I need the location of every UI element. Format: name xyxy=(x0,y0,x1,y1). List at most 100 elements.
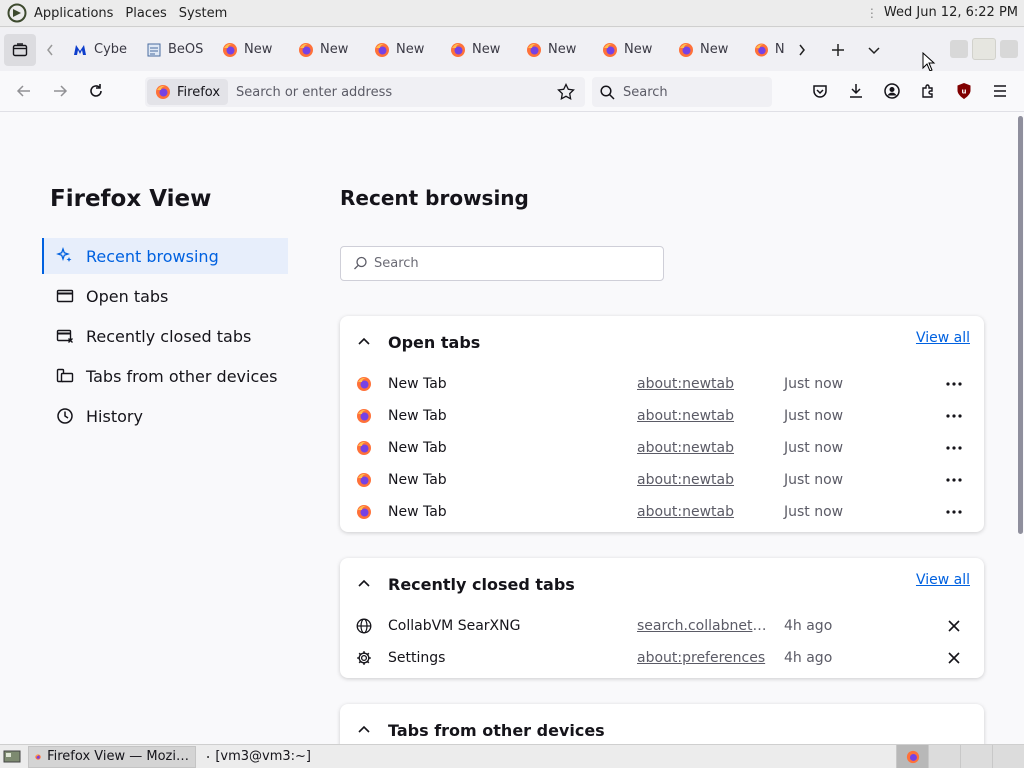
workspace-3[interactable] xyxy=(960,745,992,768)
sidebar-item-recently-closed[interactable]: Recently closed tabs xyxy=(42,318,288,354)
new-tab-button[interactable] xyxy=(820,35,856,65)
tab[interactable]: N xyxy=(744,35,784,65)
sidebar-nav: Recent browsing Open tabs Recently close… xyxy=(42,238,288,438)
tab[interactable]: BeOS xyxy=(136,35,212,65)
firefox-icon xyxy=(754,42,768,57)
search-bar[interactable] xyxy=(592,77,772,107)
url-input[interactable] xyxy=(236,84,537,100)
workspace-4[interactable] xyxy=(992,745,1024,768)
close-window-button[interactable] xyxy=(1000,40,1018,58)
tab-label: New xyxy=(624,42,653,57)
reload-button[interactable] xyxy=(78,75,114,107)
tab-url[interactable]: about:newtab xyxy=(637,376,769,392)
app-menu-button[interactable] xyxy=(982,75,1018,107)
sidebar-item-label: Tabs from other devices xyxy=(86,366,278,386)
tab[interactable]: New xyxy=(364,35,440,65)
identity-box[interactable]: Firefox xyxy=(147,79,229,105)
maximize-button[interactable] xyxy=(972,38,996,60)
show-desktop-button[interactable] xyxy=(0,746,24,768)
more-options-button[interactable] xyxy=(944,406,964,426)
recent-browsing-search-input[interactable] xyxy=(374,256,654,271)
tab-url[interactable]: about:newtab xyxy=(637,504,769,520)
tab-title: New Tab xyxy=(388,376,447,392)
table-row[interactable]: New Tab about:newtab Just now xyxy=(340,400,984,432)
dismiss-button[interactable] xyxy=(944,616,964,636)
table-row[interactable]: New Tab about:newtab Just now xyxy=(340,368,984,400)
recent-browsing-search[interactable] xyxy=(340,246,664,281)
more-options-button[interactable] xyxy=(944,502,964,522)
forward-button[interactable] xyxy=(42,75,78,107)
taskbar-item-terminal[interactable]: [vm3@vm3:~] xyxy=(200,745,318,768)
more-options-button[interactable] xyxy=(944,470,964,490)
collapse-other-devices-button[interactable] xyxy=(340,725,388,735)
tab[interactable]: New xyxy=(516,35,592,65)
chevron-up-icon xyxy=(358,337,370,345)
bookmark-star-icon[interactable] xyxy=(557,82,575,105)
extensions-button[interactable] xyxy=(910,75,946,107)
page-scrollbar[interactable] xyxy=(1018,116,1023,534)
minimize-button[interactable] xyxy=(950,40,968,58)
menu-system[interactable]: System xyxy=(179,6,227,21)
tab-label: BeOS xyxy=(168,42,204,57)
workspace-2[interactable] xyxy=(928,745,960,768)
tab-url[interactable]: about:newtab xyxy=(637,408,769,424)
taskbar-item-firefox[interactable]: Firefox View — Mozi… xyxy=(28,745,196,768)
sidebar-item-open-tabs[interactable]: Open tabs xyxy=(42,278,288,314)
recently-closed-card: Recently closed tabs View all CollabVM S… xyxy=(340,558,984,678)
list-all-tabs-button[interactable] xyxy=(856,35,892,65)
collapse-open-tabs-button[interactable] xyxy=(340,337,388,347)
firefox-view-button[interactable] xyxy=(4,33,36,66)
firefox-icon xyxy=(451,42,465,57)
tab[interactable]: New xyxy=(440,35,516,65)
firefox-view-icon xyxy=(12,42,28,56)
tab[interactable]: Cybe xyxy=(64,35,136,65)
tab-url[interactable]: about:preferences xyxy=(637,650,769,666)
tabs-scroll-left-button[interactable] xyxy=(36,35,64,65)
firefox-icon xyxy=(603,42,617,57)
table-row[interactable]: CollabVM SearXNG search.collabnet.… 4h a… xyxy=(340,610,984,642)
clock[interactable]: Wed Jun 12, 6:22 PM xyxy=(884,5,1018,20)
sidebar-item-other-devices[interactable]: Tabs from other devices xyxy=(42,358,288,394)
sidebar-item-history[interactable]: History xyxy=(42,398,288,434)
tab[interactable]: New xyxy=(212,35,288,65)
more-options-button[interactable] xyxy=(944,374,964,394)
collapse-recently-closed-button[interactable] xyxy=(340,579,388,589)
pocket-icon xyxy=(813,85,827,98)
table-row[interactable]: Settings about:preferences 4h ago xyxy=(340,642,984,674)
taskbar-item-label: Firefox View — Mozi… xyxy=(47,749,189,764)
url-bar[interactable]: Firefox xyxy=(145,77,585,107)
firefox-icon xyxy=(906,750,919,763)
account-button[interactable] xyxy=(874,75,910,107)
recently-closed-heading: Recently closed tabs xyxy=(388,574,575,594)
tab[interactable]: New xyxy=(668,35,744,65)
workspace-1[interactable] xyxy=(896,745,928,768)
ublock-origin-button[interactable]: u xyxy=(946,75,982,107)
tab-url[interactable]: about:newtab xyxy=(637,472,769,488)
search-input[interactable] xyxy=(623,84,753,100)
system-top-panel: Applications Places System ⋮ Wed Jun 12,… xyxy=(0,0,1024,27)
recently-closed-view-all-link[interactable]: View all xyxy=(916,572,970,588)
table-row[interactable]: New Tab about:newtab Just now xyxy=(340,432,984,464)
tabs-scroll-right-button[interactable] xyxy=(784,35,820,65)
table-row[interactable]: New Tab about:newtab Just now xyxy=(340,464,984,496)
table-row[interactable]: New Tab about:newtab Just now xyxy=(340,496,984,528)
chevron-up-icon xyxy=(358,725,370,733)
sparkle-icon xyxy=(56,247,74,265)
menu-applications[interactable]: Applications xyxy=(34,6,113,21)
open-tabs-view-all-link[interactable]: View all xyxy=(916,330,970,346)
distro-logo-icon[interactable] xyxy=(6,2,28,24)
tab-url[interactable]: search.collabnet.… xyxy=(637,618,769,634)
menu-places[interactable]: Places xyxy=(125,6,166,21)
tab-url[interactable]: about:newtab xyxy=(637,440,769,456)
back-button[interactable] xyxy=(6,75,42,107)
tab-time: Just now xyxy=(784,408,844,424)
tab[interactable]: New xyxy=(288,35,364,65)
tab-label: New xyxy=(396,42,425,57)
dismiss-button[interactable] xyxy=(944,648,964,668)
pocket-button[interactable] xyxy=(802,75,838,107)
tab[interactable]: New xyxy=(592,35,668,65)
more-options-button[interactable] xyxy=(944,438,964,458)
sidebar-item-recent-browsing[interactable]: Recent browsing xyxy=(42,238,288,274)
downloads-button[interactable] xyxy=(838,75,874,107)
tab-strip: Cybe BeOS New New New New New New New N xyxy=(0,28,1024,72)
